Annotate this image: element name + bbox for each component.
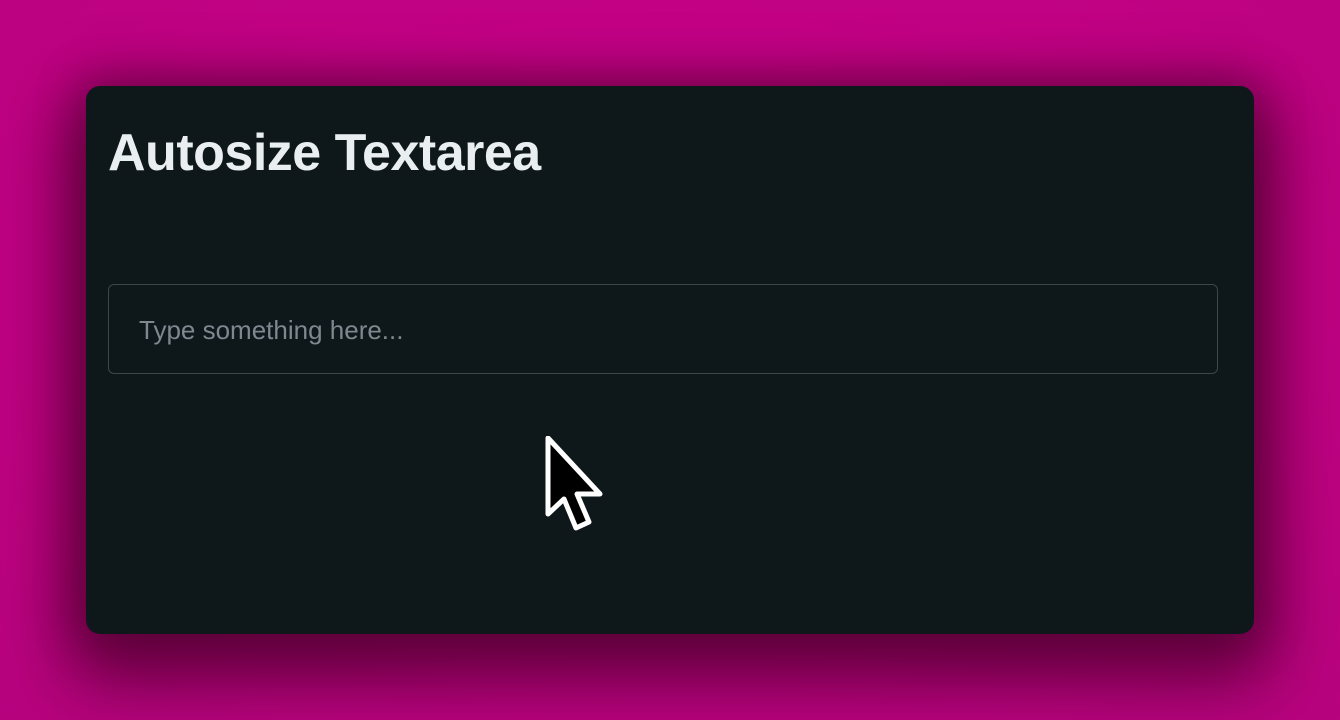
- autosize-textarea-container: [108, 284, 1218, 374]
- app-window: Autosize Textarea: [86, 86, 1254, 634]
- autosize-textarea[interactable]: [109, 285, 1217, 373]
- page-title: Autosize Textarea: [108, 124, 541, 182]
